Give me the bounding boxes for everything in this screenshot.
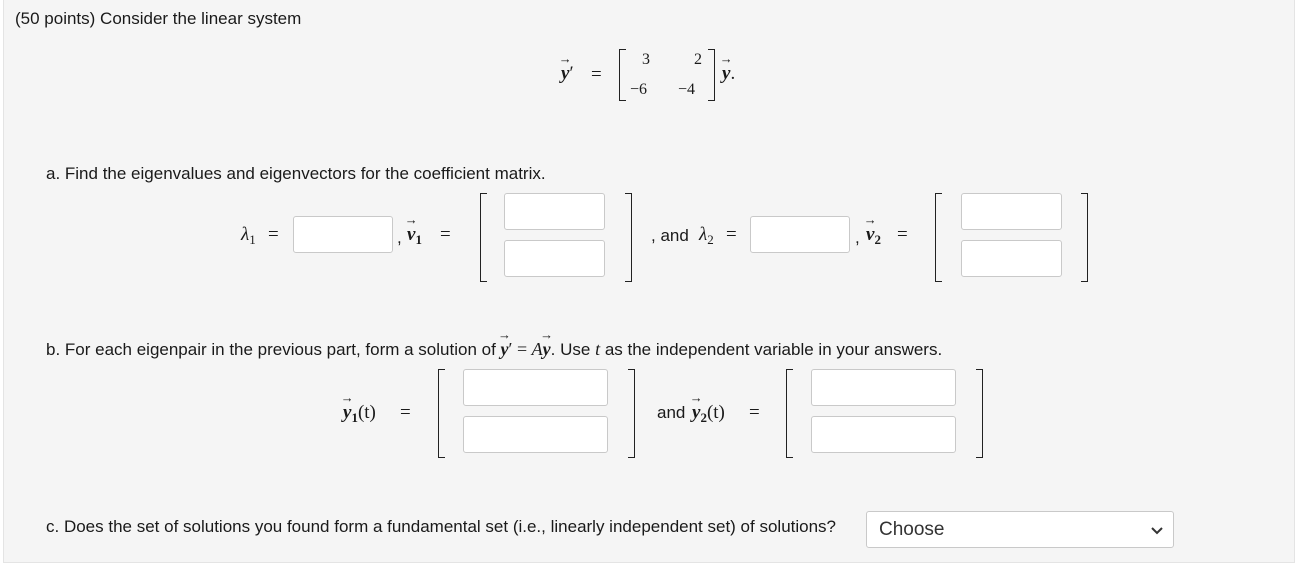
v1-left-bracket (480, 193, 487, 282)
equals-sign: = (400, 402, 411, 423)
equals-sign: = (726, 224, 737, 245)
lambda2-input[interactable] (750, 216, 850, 253)
v1-label: v1 (407, 224, 422, 247)
y-vector-symbol: y (561, 63, 569, 85)
y1-component-1-input[interactable] (463, 369, 608, 406)
matrix-entry: −6 (630, 81, 648, 98)
and-text: , and (651, 226, 689, 245)
y1-label: y1(t) (343, 402, 376, 425)
matrix-entry: 2 (694, 51, 702, 68)
y2-right-bracket (976, 369, 983, 458)
v1-component-1-input[interactable] (504, 193, 605, 230)
equals-sign: = (591, 64, 602, 85)
part-a-prompt: a. Find the eigenvalues and eigenvectors… (46, 164, 546, 183)
equals-sign: = (897, 224, 908, 245)
lambda1-input[interactable] (293, 216, 393, 253)
y1-right-bracket (628, 369, 635, 458)
question-header: (50 points) Consider the linear system (15, 9, 302, 28)
comma: , (855, 228, 860, 247)
comma: , (397, 228, 402, 247)
equals-sign: = (268, 224, 279, 245)
v2-left-bracket (935, 193, 942, 282)
question-panel: (50 points) Consider the linear system y… (3, 0, 1295, 563)
v1-right-bracket (625, 193, 632, 282)
lambda2-label: λ2 (699, 224, 714, 247)
equals-sign: = (440, 224, 451, 245)
part-b-prompt: b. For each eigenpair in the previous pa… (46, 339, 942, 360)
lambda1-label: λ1 (241, 224, 256, 247)
select-value: Choose (879, 519, 945, 540)
y2-component-1-input[interactable] (811, 369, 956, 406)
v2-label: v2 (866, 224, 881, 247)
matrix-entry: −4 (678, 81, 696, 98)
y2-label: y2(t) (692, 402, 725, 425)
matrix-left-bracket (619, 49, 626, 101)
fundamental-set-select[interactable]: Choose (866, 511, 1174, 548)
matrix-entry: 3 (642, 51, 650, 68)
y2-component-2-input[interactable] (811, 416, 956, 453)
y1-component-2-input[interactable] (463, 416, 608, 453)
y2-left-bracket (786, 369, 793, 458)
and-text: and (657, 403, 686, 422)
chevron-down-icon (1151, 527, 1163, 535)
v1-component-2-input[interactable] (504, 240, 605, 277)
v2-right-bracket (1081, 193, 1088, 282)
y1-left-bracket (438, 369, 445, 458)
v2-component-1-input[interactable] (961, 193, 1062, 230)
v2-component-2-input[interactable] (961, 240, 1062, 277)
matrix-right-bracket (708, 49, 715, 101)
equals-sign: = (749, 402, 760, 423)
y-vector-symbol: y (722, 63, 730, 85)
part-c-prompt: c. Does the set of solutions you found f… (46, 517, 837, 536)
